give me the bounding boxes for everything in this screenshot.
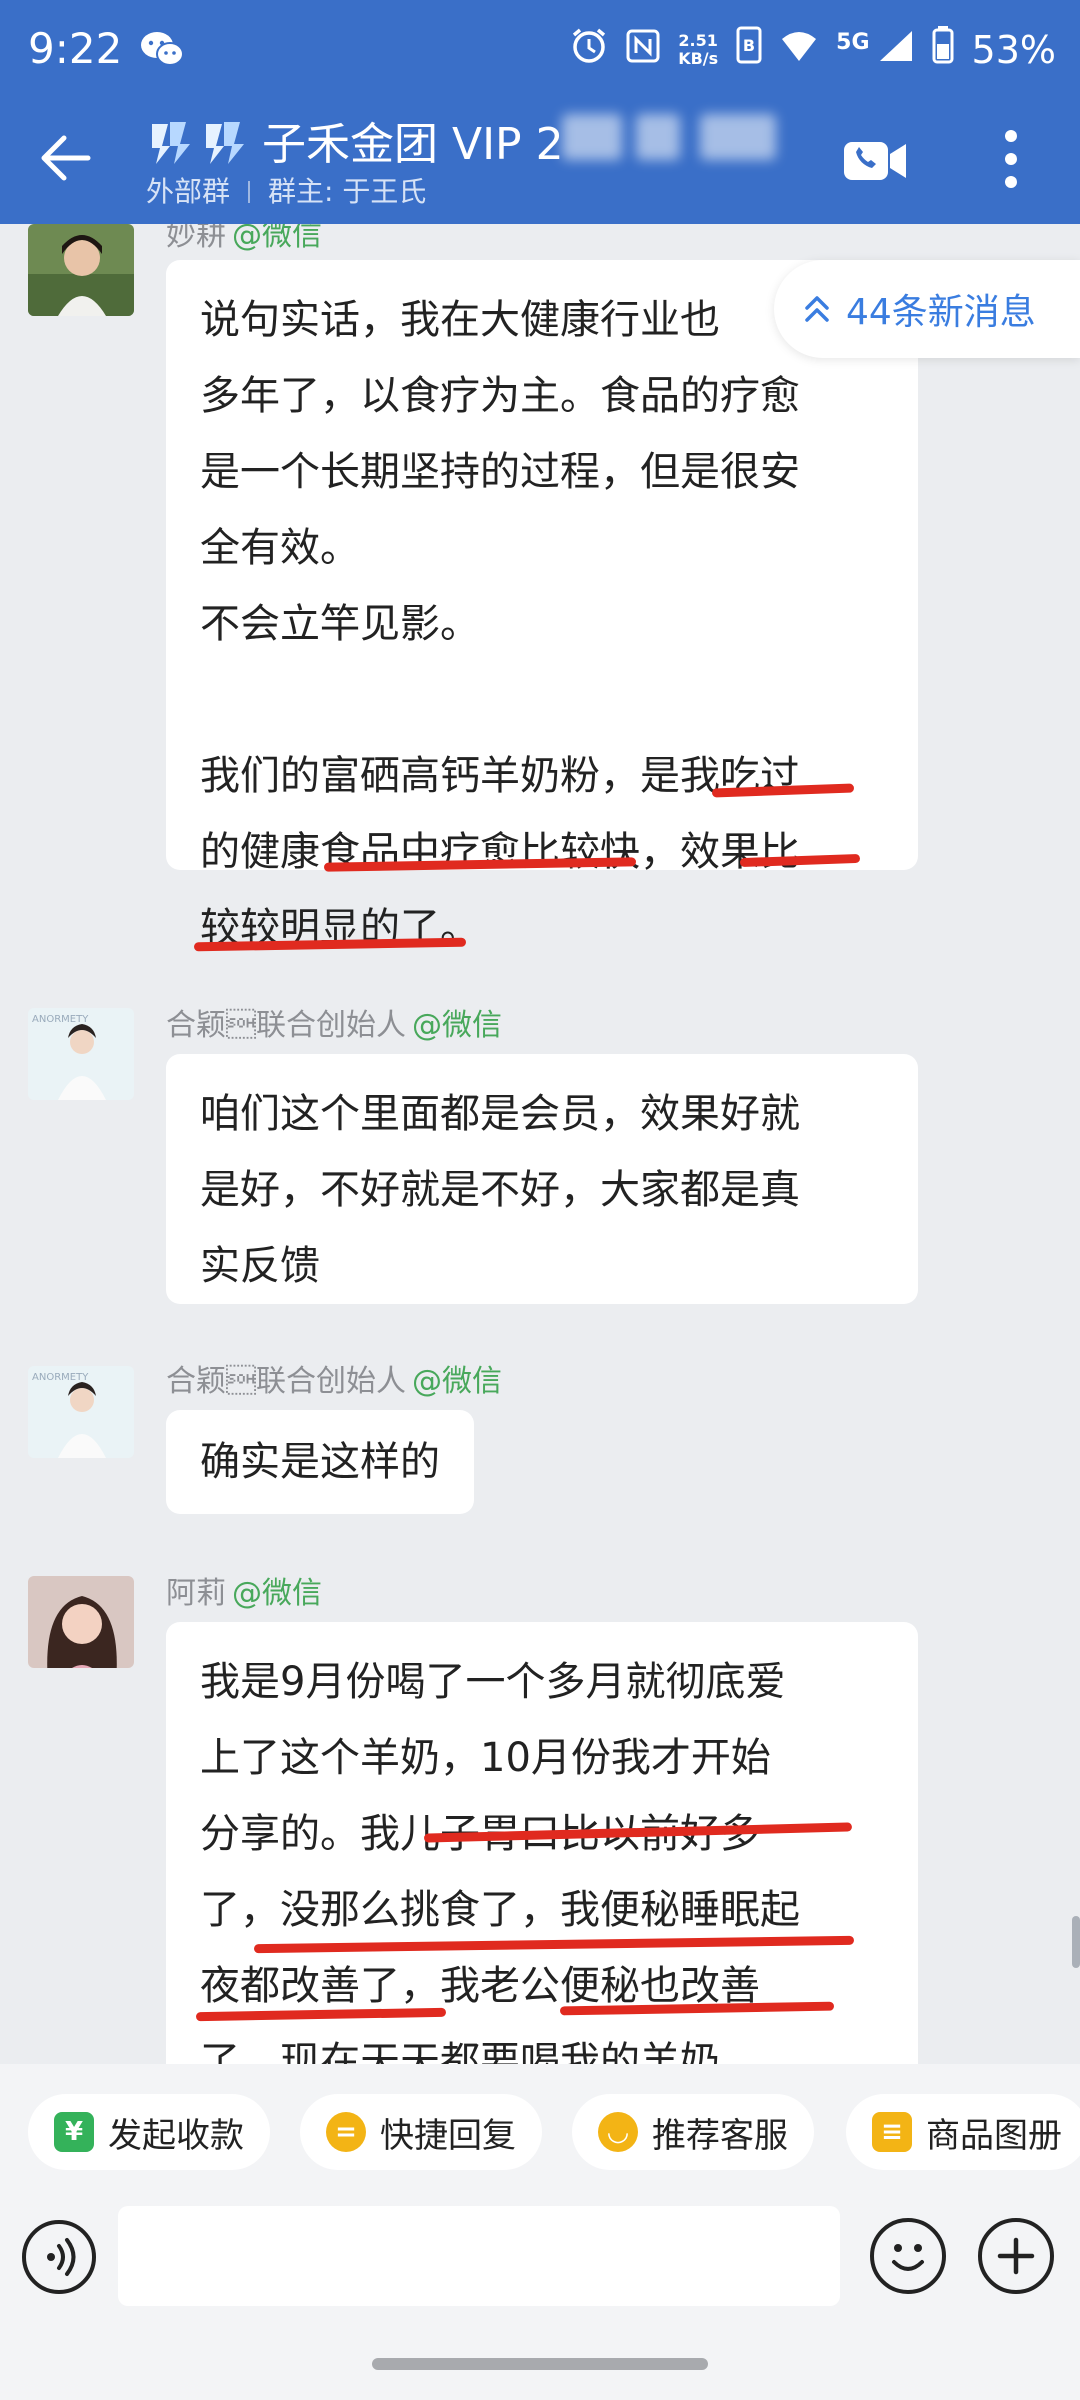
- group-type: 外部群: [146, 175, 231, 208]
- quick-action-product-catalog[interactable]: ≡ 商品图册: [846, 2094, 1080, 2170]
- hd-icon: B: [736, 26, 762, 73]
- sender-name: 合颖联合创始人 @微信: [166, 1364, 502, 1399]
- message-line: 较较明显的了。: [200, 905, 480, 951]
- sender-name: 阿莉 @微信: [166, 1576, 322, 1611]
- message-input[interactable]: [118, 2206, 840, 2306]
- alarm-icon: [570, 26, 608, 73]
- message-line: 咱们这个里面都是会员，效果好就: [200, 1091, 800, 1137]
- arrow-left-icon: [41, 135, 91, 181]
- quick-reply-icon: =: [326, 2112, 366, 2152]
- message-line: 实反馈: [200, 1243, 320, 1289]
- service-icon: ◡: [598, 2112, 638, 2152]
- sender-name: 妙耕 @微信: [166, 224, 322, 253]
- battery-percent: 53%: [971, 27, 1056, 72]
- message-line: 全有效。: [200, 525, 360, 571]
- message-line: 不会立竿见影。: [200, 601, 480, 647]
- message-line: 的健康食品中疗愈比较快，效果比: [200, 829, 800, 875]
- network-type: 5G: [836, 30, 870, 55]
- smiley-icon: [892, 2244, 924, 2271]
- chat-header: 子禾金团 VIP 2 外部群 群主: 于王氏: [0, 100, 1080, 224]
- quick-actions-bar: ¥ 发起收款 = 快捷回复 ◡ 推荐客服 ≡ 商品图册: [0, 2064, 1080, 2194]
- yuan-icon: ¥: [54, 2112, 94, 2152]
- quick-action-label: 快捷回复: [380, 2115, 516, 2156]
- signal-icon: [878, 28, 914, 72]
- message-line: [200, 662, 884, 738]
- svg-text:ANORMETY: ANORMETY: [32, 1014, 89, 1025]
- quick-action-label: 推荐客服: [652, 2115, 788, 2156]
- message-line: 了，现在天天都要喝我的羊奶: [200, 2039, 720, 2064]
- emoji-button[interactable]: [870, 2218, 946, 2294]
- message-line: 是一个长期坚持的过程，但是很安: [200, 449, 800, 495]
- status-bar: 9:22 2.51 KB/s B 5G 53%: [0, 0, 1080, 100]
- video-call-button[interactable]: [842, 136, 908, 186]
- group-owner: 群主: 于王氏: [268, 175, 427, 208]
- wechat-icon: [140, 30, 184, 72]
- group-subtitle: 外部群 群主: 于王氏: [146, 170, 426, 210]
- scrollbar[interactable]: [1072, 1916, 1080, 1968]
- avatar[interactable]: ANORMETY: [28, 1366, 134, 1458]
- quick-action-label: 商品图册: [926, 2115, 1062, 2156]
- plus-icon: [997, 2237, 1035, 2275]
- video-call-icon: [844, 142, 906, 180]
- voice-input-button[interactable]: [22, 2220, 96, 2294]
- more-actions-button[interactable]: [978, 2218, 1054, 2294]
- avatar[interactable]: [28, 1576, 134, 1668]
- new-messages-label: 44条新消息: [846, 292, 1036, 333]
- nfc-icon: [626, 28, 660, 72]
- home-indicator[interactable]: [372, 2358, 708, 2370]
- more-options-button[interactable]: [996, 126, 1026, 192]
- sender-name: 合颖联合创始人 @微信: [166, 1008, 502, 1043]
- wifi-icon: [780, 28, 818, 72]
- more-vertical-icon: [1005, 130, 1017, 188]
- net-speed: 2.51 KB/s: [678, 30, 719, 68]
- battery-icon: [932, 26, 954, 73]
- quick-action-quick-reply[interactable]: = 快捷回复: [300, 2094, 542, 2170]
- message-bubble[interactable]: 咱们这个里面都是会员，效果好就 是好，不好就是不好，大家都是真 实反馈: [166, 1054, 918, 1304]
- new-messages-button[interactable]: 44条新消息: [774, 260, 1080, 358]
- back-button[interactable]: [34, 126, 98, 190]
- quick-action-recommend-service[interactable]: ◡ 推荐客服: [572, 2094, 814, 2170]
- message-line: 是好，不好就是不好，大家都是真: [200, 1167, 800, 1213]
- catalog-icon: ≡: [872, 2112, 912, 2152]
- message-line: 上了这个羊奶，10月份我才开始: [200, 1735, 771, 1781]
- message-line: 确实是这样的: [200, 1439, 440, 1485]
- voice-icon: [47, 2238, 76, 2276]
- message-bubble[interactable]: 确实是这样的: [166, 1410, 474, 1514]
- double-chevron-up-icon: [805, 296, 829, 322]
- navigation-bar: [0, 2334, 1080, 2400]
- group-logo-icon: [146, 116, 258, 172]
- avatar[interactable]: [28, 224, 134, 316]
- blurred-region: [700, 114, 776, 160]
- message-line: 我们的富硒高钙羊奶粉，是我吃过: [200, 753, 800, 799]
- message-line: 我是9月份喝了一个多月就彻底爱: [200, 1659, 786, 1705]
- blurred-region: [562, 114, 622, 160]
- quick-action-collect-payment[interactable]: ¥ 发起收款: [28, 2094, 270, 2170]
- message-line: 多年了，以食疗为主。食品的疗愈: [200, 373, 800, 419]
- quick-action-label: 发起收款: [108, 2115, 244, 2156]
- svg-text:ANORMETY: ANORMETY: [32, 1372, 89, 1383]
- blurred-region: [636, 114, 680, 160]
- chat-message-list[interactable]: 妙耕 @微信 说句实话，我在大健康行业也 多年了，以食疗为主。食品的疗愈 是一个长…: [0, 224, 1080, 2064]
- svg-text:B: B: [743, 36, 755, 55]
- message-bubble[interactable]: 我是9月份喝了一个多月就彻底爱 上了这个羊奶，10月份我才开始 分享的。我儿子胃…: [166, 1622, 918, 2064]
- input-bar: [0, 2194, 1080, 2334]
- avatar[interactable]: ANORMETY: [28, 1008, 134, 1100]
- group-title[interactable]: 子禾金团 VIP 2: [262, 108, 564, 172]
- status-time: 9:22: [28, 24, 123, 73]
